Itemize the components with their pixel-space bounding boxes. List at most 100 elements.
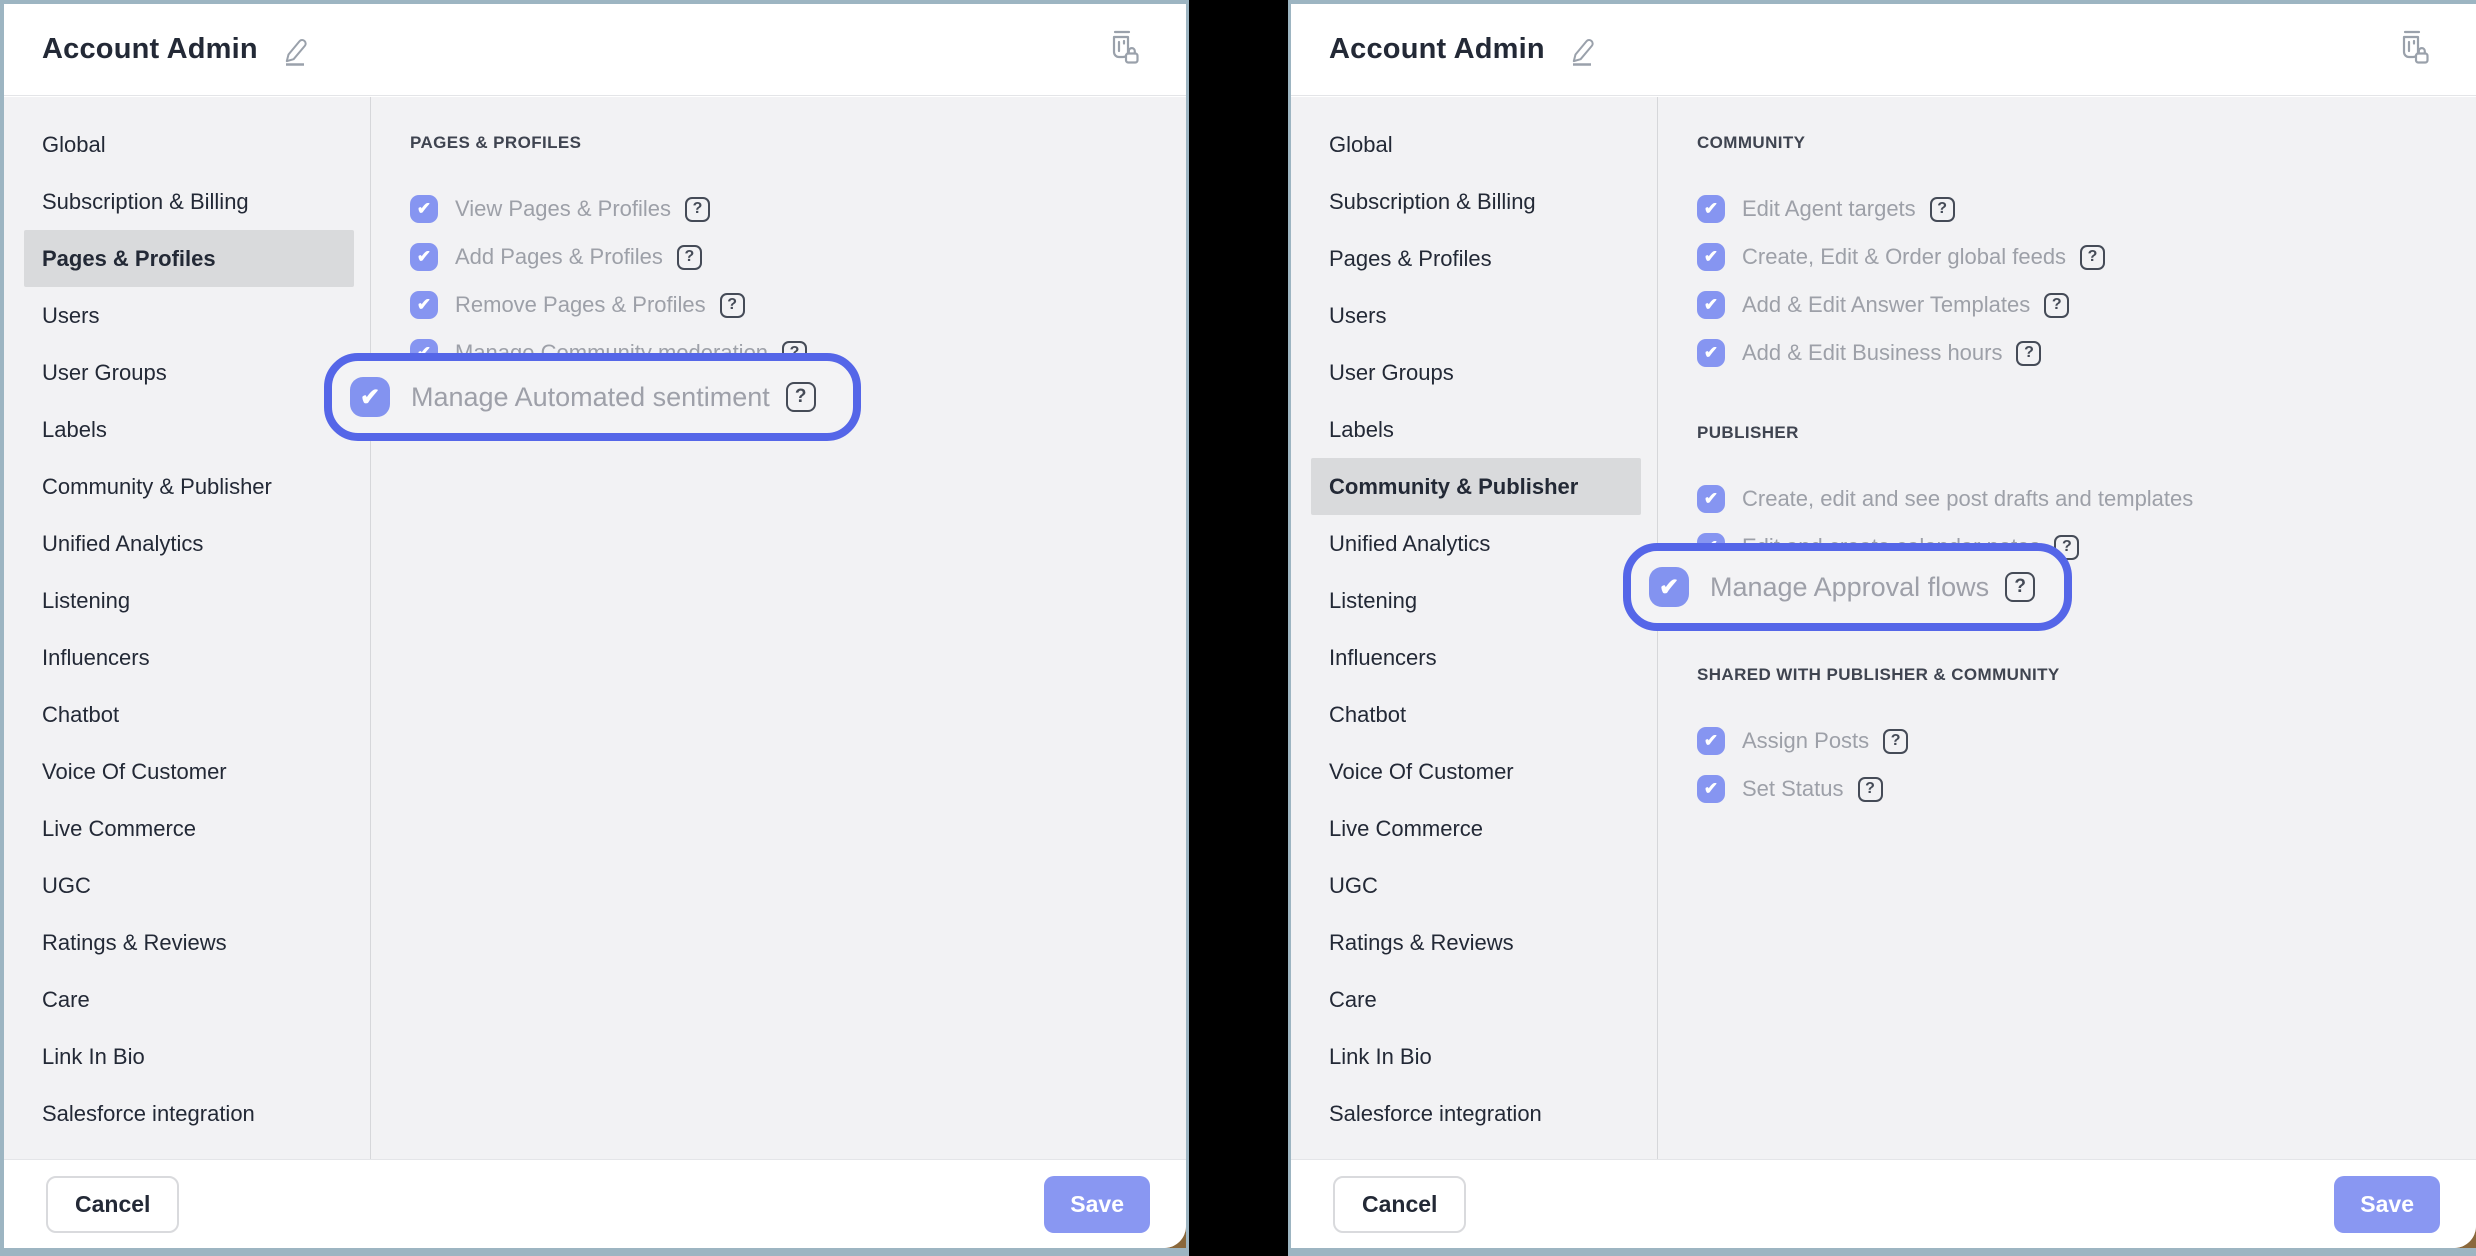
help-icon[interactable]: ? [2080, 245, 2105, 270]
permission-row: ✔ View Pages & Profiles? [410, 185, 1166, 233]
permission-row: ✔ Create, Edit & Order global feeds? [1697, 233, 2456, 281]
delete-role-button[interactable] [2394, 27, 2432, 72]
sidebar-item-labels[interactable]: Labels [24, 401, 354, 458]
sidebar-item-unified-analytics[interactable]: Unified Analytics [1311, 515, 1641, 572]
highlighted-permission-callout: ✔ Manage Approval flows ? [1623, 543, 2072, 631]
permission-label: Add & Edit Answer Templates [1742, 292, 2030, 318]
sidebar-item-ratings-reviews[interactable]: Ratings & Reviews [24, 914, 354, 971]
checkbox-checked[interactable]: ✔ [410, 243, 438, 271]
edit-role-name-button[interactable] [280, 34, 310, 69]
help-icon[interactable]: ? [1858, 777, 1883, 802]
sidebar-item-listening[interactable]: Listening [1311, 572, 1641, 629]
sidebar-item-ugc[interactable]: UGC [1311, 857, 1641, 914]
permissions-content: PAGES & PROFILES✔View Pages & Profiles?✔… [371, 97, 1186, 1159]
permission-label: Manage Automated sentiment [411, 382, 770, 413]
permission-row: ✔ Edit Agent targets? [1697, 185, 2456, 233]
permission-row: ✔ Add & Edit Answer Templates? [1697, 281, 2456, 329]
save-button[interactable]: Save [2334, 1176, 2440, 1233]
sidebar-item-community-publisher[interactable]: Community & Publisher [1311, 458, 1641, 515]
help-icon[interactable]: ? [2044, 293, 2069, 318]
highlighted-permission-callout: ✔ Manage Automated sentiment ? [324, 353, 861, 441]
sidebar-item-user-groups[interactable]: User Groups [1311, 344, 1641, 401]
sidebar-item-community-publisher[interactable]: Community & Publisher [24, 458, 354, 515]
sidebar-item-care[interactable]: Care [24, 971, 354, 1028]
permission-row: ✔ Create, edit and see post drafts and te… [1697, 475, 2456, 523]
sidebar-item-live-commerce[interactable]: Live Commerce [1311, 800, 1641, 857]
sidebar-item-ratings-reviews[interactable]: Ratings & Reviews [1311, 914, 1641, 971]
sidebar-item-chatbot[interactable]: Chatbot [24, 686, 354, 743]
role-permissions-dialog-left: Account Admin [0, 0, 1189, 1256]
dialog-footer: Cancel Save [4, 1159, 1186, 1248]
checkbox-checked[interactable]: ✔ [1697, 727, 1725, 755]
help-icon[interactable]: ? [685, 197, 710, 222]
sidebar-item-labels[interactable]: Labels [1311, 401, 1641, 458]
checkbox-checked[interactable]: ✔ [1697, 485, 1725, 513]
help-icon[interactable]: ? [720, 293, 745, 318]
permission-label: Edit Agent targets [1742, 196, 1916, 222]
cancel-button[interactable]: Cancel [1333, 1176, 1466, 1233]
help-icon[interactable]: ? [786, 382, 816, 412]
permission-label: Add & Edit Business hours [1742, 340, 2002, 366]
checkbox-checked[interactable]: ✔ [1697, 339, 1725, 367]
edit-role-name-button[interactable] [1567, 34, 1597, 69]
sidebar-item-salesforce-integration[interactable]: Salesforce integration [24, 1085, 354, 1142]
sidebar-item-global[interactable]: Global [24, 116, 354, 173]
permission-row: ✔ Remove Pages & Profiles? [410, 281, 1166, 329]
permission-row: ✔ Assign Posts? [1697, 717, 2456, 765]
permission-row: ✔Set Status? [1697, 765, 2456, 813]
sidebar-item-subscription-billing[interactable]: Subscription & Billing [24, 173, 354, 230]
sidebar-item-users[interactable]: Users [1311, 287, 1641, 344]
sidebar-item-subscription-billing[interactable]: Subscription & Billing [1311, 173, 1641, 230]
permission-rows: ✔ Edit Agent targets? ✔ Create, Edit & Orde… [1697, 185, 2456, 377]
help-icon[interactable]: ? [1930, 197, 1955, 222]
sidebar-item-care[interactable]: Care [1311, 971, 1641, 1028]
permission-label: Add Pages & Profiles [455, 244, 663, 270]
checkbox-checked[interactable]: ✔ [1697, 243, 1725, 271]
help-icon[interactable]: ? [1883, 729, 1908, 754]
checkbox-checked[interactable]: ✔ [350, 377, 390, 417]
sidebar-item-pages-profiles[interactable]: Pages & Profiles [24, 230, 354, 287]
checkbox-checked[interactable]: ✔ [410, 195, 438, 223]
section-heading-shared-with-publisher-community: SHARED WITH PUBLISHER & COMMUNITY [1697, 665, 2456, 685]
sidebar-item-listening[interactable]: Listening [24, 572, 354, 629]
permission-label: Assign Posts [1742, 728, 1869, 754]
checkbox-checked[interactable]: ✔ [410, 291, 438, 319]
sidebar-item-chatbot[interactable]: Chatbot [1311, 686, 1641, 743]
help-icon[interactable]: ? [2016, 341, 2041, 366]
sidebar-item-user-groups[interactable]: User Groups [24, 344, 354, 401]
checkbox-checked[interactable]: ✔ [1697, 775, 1725, 803]
permission-label: Create, edit and see post drafts and tem… [1742, 486, 2193, 512]
permission-rows: ✔ View Pages & Profiles? ✔ Add Pages & Prof… [410, 185, 1166, 377]
dialog-header: Account Admin [1291, 4, 2476, 96]
checkbox-checked[interactable]: ✔ [1697, 195, 1725, 223]
checkbox-checked[interactable]: ✔ [1649, 567, 1689, 607]
trash-locked-icon [2394, 27, 2432, 72]
cancel-button[interactable]: Cancel [46, 1176, 179, 1233]
sidebar-item-link-in-bio[interactable]: Link In Bio [1311, 1028, 1641, 1085]
sidebar-item-voice-of-customer[interactable]: Voice Of Customer [24, 743, 354, 800]
sidebar-item-voice-of-customer[interactable]: Voice Of Customer [1311, 743, 1641, 800]
permission-label: Create, Edit & Order global feeds [1742, 244, 2066, 270]
sidebar-item-salesforce-integration[interactable]: Salesforce integration [1311, 1085, 1641, 1142]
save-button[interactable]: Save [1044, 1176, 1150, 1233]
dialog-header: Account Admin [4, 4, 1186, 96]
section-heading-publisher: PUBLISHER [1697, 423, 2456, 443]
permission-rows: ✔Assign Posts?✔Set Status? [1697, 717, 2456, 813]
checkbox-checked[interactable]: ✔ [1697, 291, 1725, 319]
sidebar-item-link-in-bio[interactable]: Link In Bio [24, 1028, 354, 1085]
permission-label: Remove Pages & Profiles [455, 292, 706, 318]
sidebar-item-ugc[interactable]: UGC [24, 857, 354, 914]
sidebar-item-live-commerce[interactable]: Live Commerce [24, 800, 354, 857]
sidebar-item-users[interactable]: Users [24, 287, 354, 344]
permission-label: View Pages & Profiles [455, 196, 671, 222]
help-icon[interactable]: ? [2005, 572, 2035, 602]
permission-row: ✔ Add Pages & Profiles? [410, 233, 1166, 281]
delete-role-button[interactable] [1104, 27, 1142, 72]
sidebar-item-global[interactable]: Global [1311, 116, 1641, 173]
sidebar-item-influencers[interactable]: Influencers [1311, 629, 1641, 686]
permissions-category-nav: GlobalSubscription & BillingPages & Prof… [1291, 97, 1658, 1159]
help-icon[interactable]: ? [677, 245, 702, 270]
sidebar-item-pages-profiles[interactable]: Pages & Profiles [1311, 230, 1641, 287]
sidebar-item-unified-analytics[interactable]: Unified Analytics [24, 515, 354, 572]
sidebar-item-influencers[interactable]: Influencers [24, 629, 354, 686]
